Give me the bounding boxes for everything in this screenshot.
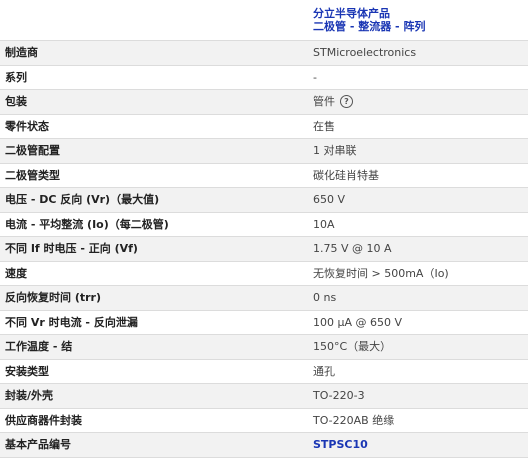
spec-value: 150°C（最大） <box>313 340 392 353</box>
spec-row-reverse-leakage-current: 不同 Vr 时电流 - 反向泄漏 100 µA @ 650 V <box>0 311 528 335</box>
spec-value: 管件 <box>313 95 335 108</box>
spec-label: 系列 <box>5 70 27 84</box>
spec-label: 不同 Vr 时电流 - 反向泄漏 <box>5 315 138 329</box>
spec-row-reverse-recovery-time: 反向恢复时间 (trr) 0 ns <box>0 286 528 311</box>
category-link[interactable]: 分立半导体产品 二极管 - 整流器 - 阵列 <box>313 7 425 33</box>
spec-row-manufacturer: 制造商 STMicroelectronics <box>0 41 528 66</box>
spec-label: 速度 <box>5 266 27 280</box>
spec-row-diode-type: 二极管类型 碳化硅肖特基 <box>0 164 528 188</box>
spec-value-packaging: 管件? <box>313 90 353 114</box>
spec-value: 100 µA @ 650 V <box>313 315 403 329</box>
spec-value: 在售 <box>313 119 335 133</box>
base-product-number-link[interactable]: STPSC10 <box>313 433 368 457</box>
spec-row-package-case: 封装/外壳 TO-220-3 <box>0 384 528 409</box>
spec-label: 工作温度 - 结 <box>5 340 73 353</box>
product-attributes-table: 分立半导体产品 二极管 - 整流器 - 阵列 制造商 STMicroelectr… <box>0 0 528 458</box>
spec-label: 包装 <box>5 95 27 108</box>
spec-label: 制造商 <box>5 46 38 59</box>
category-line-1: 分立半导体产品 <box>313 7 390 20</box>
spec-row-supplier-device-package: 供应商器件封装 TO-220AB 绝缘 <box>0 409 528 433</box>
category-header-row: 分立半导体产品 二极管 - 整流器 - 阵列 <box>0 0 528 41</box>
spec-value: 1.75 V @ 10 A <box>313 242 392 255</box>
spec-value: TO-220-3 <box>313 389 365 402</box>
spec-value: 650 V <box>313 193 346 206</box>
spec-row-packaging: 包装 管件? <box>0 90 528 115</box>
spec-row-base-product-number: 基本产品编号 STPSC10 <box>0 433 528 458</box>
category-line-2: 二极管 - 整流器 - 阵列 <box>313 20 426 33</box>
spec-label: 封装/外壳 <box>5 389 54 402</box>
spec-value: 0 ns <box>313 291 337 304</box>
spec-row-part-status: 零件状态 在售 <box>0 115 528 139</box>
question-mark-circle-icon[interactable]: ? <box>340 94 353 108</box>
spec-value: STMicroelectronics <box>313 46 417 59</box>
spec-value: 1 对串联 <box>313 144 357 157</box>
spec-label: 零件状态 <box>5 119 49 133</box>
spec-value: 10A <box>313 217 335 231</box>
spec-row-forward-voltage: 不同 If 时电压 - 正向 (Vf) 1.75 V @ 10 A <box>0 237 528 262</box>
spec-value: 无恢复时间 > 500mA（Io) <box>313 266 449 280</box>
spec-row-series: 系列 - <box>0 66 528 90</box>
spec-label: 基本产品编号 <box>5 438 71 451</box>
spec-label: 电压 - DC 反向 (Vr)（最大值) <box>5 193 160 206</box>
spec-row-average-rectified-current: 电流 - 平均整流 (Io)（每二极管) 10A <box>0 213 528 237</box>
spec-row-diode-configuration: 二极管配置 1 对串联 <box>0 139 528 164</box>
spec-label: 安装类型 <box>5 364 49 378</box>
spec-row-speed: 速度 无恢复时间 > 500mA（Io) <box>0 262 528 286</box>
spec-value: TO-220AB 绝缘 <box>313 413 395 427</box>
spec-value: 通孔 <box>313 364 335 378</box>
spec-label: 二极管类型 <box>5 168 60 182</box>
spec-row-junction-temperature: 工作温度 - 结 150°C（最大） <box>0 335 528 360</box>
spec-row-reverse-voltage: 电压 - DC 反向 (Vr)（最大值) 650 V <box>0 188 528 213</box>
spec-value: - <box>313 70 317 84</box>
spec-label: 供应商器件封装 <box>5 413 82 427</box>
spec-value: 碳化硅肖特基 <box>313 168 379 182</box>
spec-label: 电流 - 平均整流 (Io)（每二极管) <box>5 217 169 231</box>
spec-label: 反向恢复时间 (trr) <box>5 291 101 304</box>
spec-row-mounting-type: 安装类型 通孔 <box>0 360 528 384</box>
spec-label: 二极管配置 <box>5 144 60 157</box>
spec-label: 不同 If 时电压 - 正向 (Vf) <box>5 242 138 255</box>
